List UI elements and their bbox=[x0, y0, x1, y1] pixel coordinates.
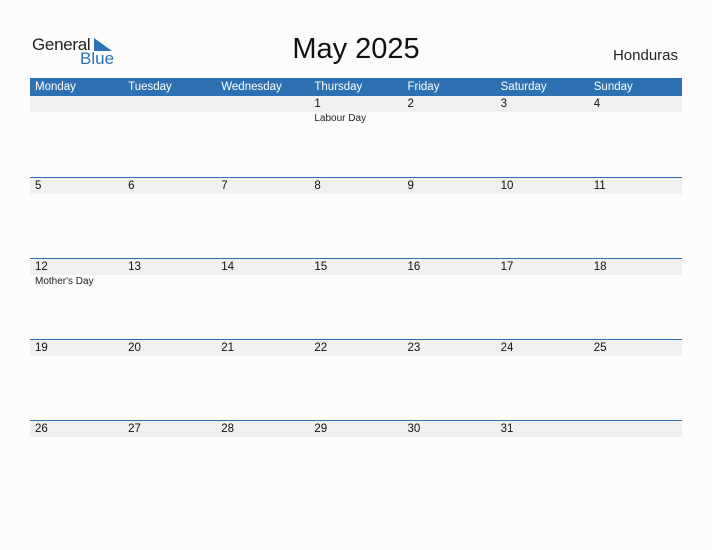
day-number: 27 bbox=[128, 423, 141, 435]
day-number bbox=[221, 96, 309, 112]
day-cell: 22 bbox=[309, 340, 402, 356]
day-number bbox=[35, 96, 123, 112]
weekday-saturday: Saturday bbox=[500, 81, 547, 93]
day-cell: 6 bbox=[123, 178, 216, 194]
day-cell: 21 bbox=[216, 340, 309, 356]
weekday-wednesday: Wednesday bbox=[221, 81, 282, 93]
weekday-thursday: Thursday bbox=[314, 81, 363, 93]
day-cell: 29 bbox=[309, 421, 402, 437]
day-number: 5 bbox=[35, 180, 42, 192]
day-number: 2 bbox=[407, 98, 414, 110]
day-cell: 18 bbox=[589, 259, 682, 287]
day-cell: 12 Mother's Day bbox=[30, 259, 123, 287]
day-number: 4 bbox=[593, 98, 601, 110]
day-cell: 13 bbox=[123, 259, 216, 287]
day-number: 15 bbox=[314, 261, 328, 273]
day-cell: 9 bbox=[403, 178, 496, 194]
week-row: 1 Labour Day 2 3 4 bbox=[30, 96, 682, 177]
day-cell: 23 bbox=[403, 340, 496, 356]
day-number: 22 bbox=[314, 342, 328, 354]
day-number: 14 bbox=[221, 261, 235, 273]
day-number: 13 bbox=[128, 261, 141, 273]
day-cell: 5 bbox=[30, 178, 123, 194]
day-cell: 2 bbox=[403, 96, 496, 124]
day-cell: 24 bbox=[496, 340, 589, 356]
day-cell: 11 bbox=[589, 178, 682, 194]
day-cell: 19 bbox=[30, 340, 123, 356]
day-number: 30 bbox=[407, 423, 421, 435]
holiday-label: Labour Day bbox=[314, 113, 367, 124]
week-row: 26 27 28 29 30 31 bbox=[30, 420, 682, 501]
day-number: 7 bbox=[221, 180, 228, 192]
country-label: Honduras bbox=[612, 47, 678, 64]
day-cell: 1 Labour Day bbox=[309, 96, 402, 124]
weeks: 1 Labour Day 2 3 4 5 6 7 8 9 10 11 12 Mother's Day 13 1… bbox=[30, 96, 682, 501]
day-number: 23 bbox=[407, 342, 421, 354]
day-number: 9 bbox=[407, 180, 414, 192]
day-number: 3 bbox=[500, 98, 508, 110]
day-cell: 25 bbox=[589, 340, 682, 356]
calendar: Monday Tuesday Wednesday Thursday Friday Satu… bbox=[30, 78, 682, 501]
day-number: 24 bbox=[500, 342, 514, 354]
day-cell: 8 bbox=[309, 178, 402, 194]
day-number: 29 bbox=[314, 423, 328, 435]
day-number: 25 bbox=[593, 342, 607, 354]
week-row: 12 Mother's Day 13 14 15 16 17 18 bbox=[30, 258, 682, 339]
holiday-label: Mother's Day bbox=[35, 276, 94, 287]
day-number: 16 bbox=[407, 261, 421, 273]
day-number: 18 bbox=[593, 261, 607, 273]
page-title: May 2025 bbox=[292, 33, 420, 65]
day-number: 17 bbox=[500, 261, 514, 273]
day-number: 31 bbox=[500, 423, 514, 435]
day-cell: 27 bbox=[123, 421, 216, 437]
weekday-friday: Friday bbox=[407, 81, 440, 93]
day-number bbox=[594, 421, 682, 437]
day-number: 10 bbox=[500, 180, 514, 192]
day-number: 28 bbox=[221, 423, 235, 435]
day-cell: 28 bbox=[216, 421, 309, 437]
day-number bbox=[128, 96, 216, 112]
day-cell: 17 bbox=[496, 259, 589, 287]
week-row: 5 6 7 8 9 10 11 bbox=[30, 177, 682, 258]
week-row: 19 20 21 22 23 24 25 bbox=[30, 339, 682, 420]
day-number: 8 bbox=[314, 180, 321, 192]
day-cell: 15 bbox=[309, 259, 402, 287]
day-number: 6 bbox=[128, 180, 135, 192]
day-cell: 20 bbox=[123, 340, 216, 356]
day-number: 1 bbox=[314, 98, 321, 110]
day-cell: 10 bbox=[496, 178, 589, 194]
day-cell: 16 bbox=[403, 259, 496, 287]
day-number: 19 bbox=[35, 342, 48, 354]
weekday-sunday: Sunday bbox=[593, 81, 633, 93]
day-number: 12 bbox=[35, 261, 48, 273]
day-cell: 31 bbox=[496, 421, 589, 437]
day-cell bbox=[216, 96, 309, 124]
day-cell: 14 bbox=[216, 259, 309, 287]
day-cell: 7 bbox=[216, 178, 309, 194]
day-number: 26 bbox=[35, 423, 48, 435]
weekday-header: Monday Tuesday Wednesday Thursday Friday Satu… bbox=[30, 78, 682, 96]
day-cell: 3 bbox=[496, 96, 589, 124]
day-cell: 30 bbox=[403, 421, 496, 437]
day-cell bbox=[30, 96, 123, 124]
day-number: 21 bbox=[221, 342, 235, 354]
day-cell bbox=[123, 96, 216, 124]
day-number: 20 bbox=[128, 342, 141, 354]
day-cell: 4 bbox=[589, 96, 682, 124]
day-cell bbox=[589, 421, 682, 437]
day-cell: 26 bbox=[30, 421, 123, 437]
weekday-tuesday: Tuesday bbox=[128, 81, 172, 93]
weekday-monday: Monday bbox=[35, 81, 76, 93]
day-number: 11 bbox=[593, 180, 606, 192]
